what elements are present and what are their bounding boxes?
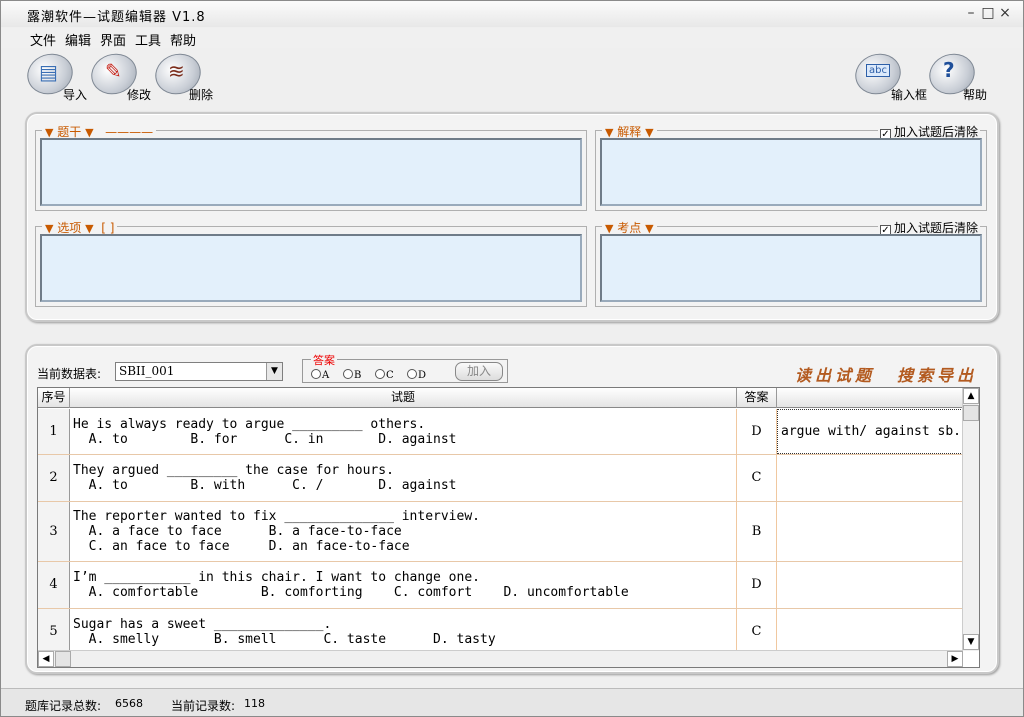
stem-dashes: ———— xyxy=(105,125,154,139)
current-record-label: 当前记录数: xyxy=(171,699,236,713)
row-question: The reporter wanted to fix _____________… xyxy=(70,502,737,561)
read-questions-button[interactable]: 读出试题 xyxy=(795,362,875,386)
horizontal-scrollbar[interactable]: ◀ ▶ xyxy=(38,650,963,667)
row-answer: C xyxy=(737,609,777,655)
row-explain[interactable] xyxy=(777,455,963,501)
header-no[interactable]: 序号 xyxy=(38,388,70,408)
radio-icon xyxy=(375,369,385,379)
scroll-left-icon[interactable]: ◀ xyxy=(38,651,54,667)
answer-radio-b[interactable]: B xyxy=(343,369,361,381)
options-input[interactable] xyxy=(40,234,582,302)
menu-edit[interactable]: 编辑 xyxy=(65,30,91,49)
input-box-button[interactable]: abc 输入框 xyxy=(849,47,929,108)
table-row[interactable]: 3 The reporter wanted to fix ___________… xyxy=(38,502,963,562)
keypoint-group: ▼ 考点 ▼ ✓ 加入试题后清除 xyxy=(595,219,987,307)
table-row[interactable]: 4 I’m ___________ in this chair. I want … xyxy=(38,562,963,609)
menu-tools[interactable]: 工具 xyxy=(135,30,161,49)
menu-view[interactable]: 界面 xyxy=(100,30,126,49)
chevron-down-icon[interactable]: ▼ xyxy=(266,363,282,380)
options-brackets: [ ] xyxy=(101,221,115,235)
stem-input[interactable] xyxy=(40,138,582,206)
row-number: 5 xyxy=(38,609,70,655)
stem-group: ▼ 题干 ▼ ———— xyxy=(35,123,587,211)
table-row[interactable]: 5 Sugar has a sweet ______________. A. s… xyxy=(38,609,963,655)
answer-group: 答案 A B C D 加入 xyxy=(302,352,508,383)
row-answer: D xyxy=(737,562,777,608)
maximize-button[interactable]: □ xyxy=(980,5,996,21)
help-label: 帮助 xyxy=(963,88,988,102)
db-label: 当前数据表: xyxy=(37,367,102,381)
add-question-button[interactable]: 加入 xyxy=(455,362,503,381)
edit-button[interactable]: ✎ 修改 xyxy=(85,47,152,108)
import-label: 导入 xyxy=(63,88,88,102)
scroll-up-icon[interactable]: ▲ xyxy=(963,388,979,404)
import-button[interactable]: ▤ 导入 xyxy=(21,47,88,108)
delete-button[interactable]: ≋ 删除 xyxy=(149,47,217,108)
db-select[interactable]: SBII_001 ▼ xyxy=(115,362,283,381)
row-explain[interactable] xyxy=(777,609,963,655)
scroll-down-icon[interactable]: ▼ xyxy=(963,634,979,650)
row-question: I’m ___________ in this chair. I want to… xyxy=(70,562,737,608)
header-answer[interactable]: 答案 xyxy=(737,388,777,408)
row-number: 1 xyxy=(38,409,70,454)
radio-icon xyxy=(343,369,353,379)
edit-label: 修改 xyxy=(127,88,152,102)
answer-radio-c[interactable]: C xyxy=(375,369,394,381)
status-bar: 题库记录总数: 6568 当前记录数: 118 xyxy=(1,688,1023,716)
answer-legend: 答案 xyxy=(311,352,337,368)
row-number: 4 xyxy=(38,562,70,608)
scroll-right-icon[interactable]: ▶ xyxy=(947,651,963,667)
input-box-label: 输入框 xyxy=(891,88,928,102)
table-header: 序号 试题 答案 xyxy=(38,388,963,408)
row-question: Sugar has a sweet ______________. A. sme… xyxy=(70,609,737,655)
title-bar: 露潮软件—试题编辑器 V1.8 – □ × xyxy=(1,1,1023,27)
header-explain[interactable] xyxy=(777,388,963,408)
search-export-button[interactable]: 搜索导出 xyxy=(897,362,977,386)
options-group: ▼ 选项 ▼ [ ] xyxy=(35,219,587,307)
row-answer: D xyxy=(737,409,777,454)
question-table: 序号 试题 答案 1 He is always ready to argue _… xyxy=(37,387,980,668)
header-question[interactable]: 试题 xyxy=(70,388,737,408)
scroll-thumb[interactable] xyxy=(963,405,979,421)
menu-help[interactable]: 帮助 xyxy=(170,30,196,49)
answer-radio-d[interactable]: D xyxy=(407,369,426,381)
radio-icon xyxy=(407,369,417,379)
row-question: He is always ready to argue _________ ot… xyxy=(70,409,737,454)
row-explain[interactable]: argue with/ against sb. xyxy=(777,409,963,454)
row-answer: C xyxy=(737,455,777,501)
db-select-value: SBII_001 xyxy=(119,364,175,378)
minimize-button[interactable]: – xyxy=(963,5,979,21)
explain-group: ▼ 解释 ▼ ✓ 加入试题后清除 xyxy=(595,123,987,211)
table-row[interactable]: 1 He is always ready to argue _________ … xyxy=(38,409,963,455)
vertical-scrollbar[interactable]: ▲ ▼ xyxy=(962,388,979,651)
current-record-value: 118 xyxy=(244,697,265,710)
hscroll-thumb[interactable] xyxy=(55,651,71,667)
close-button[interactable]: × xyxy=(997,5,1013,21)
row-question: They argued _________ the case for hours… xyxy=(70,455,737,501)
total-records-label: 题库记录总数: xyxy=(25,699,102,713)
total-records-value: 6568 xyxy=(115,697,143,710)
keypoint-input[interactable] xyxy=(600,234,982,302)
main-window: 露潮软件—试题编辑器 V1.8 – □ × 文件 编辑 界面 工具 帮助 ▤ 导… xyxy=(0,0,1024,717)
row-explain[interactable] xyxy=(777,502,963,561)
toolbar: ▤ 导入 ✎ 修改 ≋ 删除 abc 输入框 ? 帮助 xyxy=(1,47,1023,108)
row-number: 2 xyxy=(38,455,70,501)
radio-icon xyxy=(311,369,321,379)
delete-label: 删除 xyxy=(189,88,214,102)
window-title: 露潮软件—试题编辑器 V1.8 xyxy=(27,10,206,25)
explain-input[interactable] xyxy=(600,138,982,206)
row-answer: B xyxy=(737,502,777,561)
help-button[interactable]: ? 帮助 xyxy=(923,47,991,108)
row-explain[interactable] xyxy=(777,562,963,608)
row-number: 3 xyxy=(38,502,70,561)
menu-bar: 文件 编辑 界面 工具 帮助 xyxy=(1,28,1023,49)
answer-radio-a[interactable]: A xyxy=(311,369,329,381)
table-row[interactable]: 2 They argued _________ the case for hou… xyxy=(38,455,963,502)
menu-file[interactable]: 文件 xyxy=(30,30,56,49)
